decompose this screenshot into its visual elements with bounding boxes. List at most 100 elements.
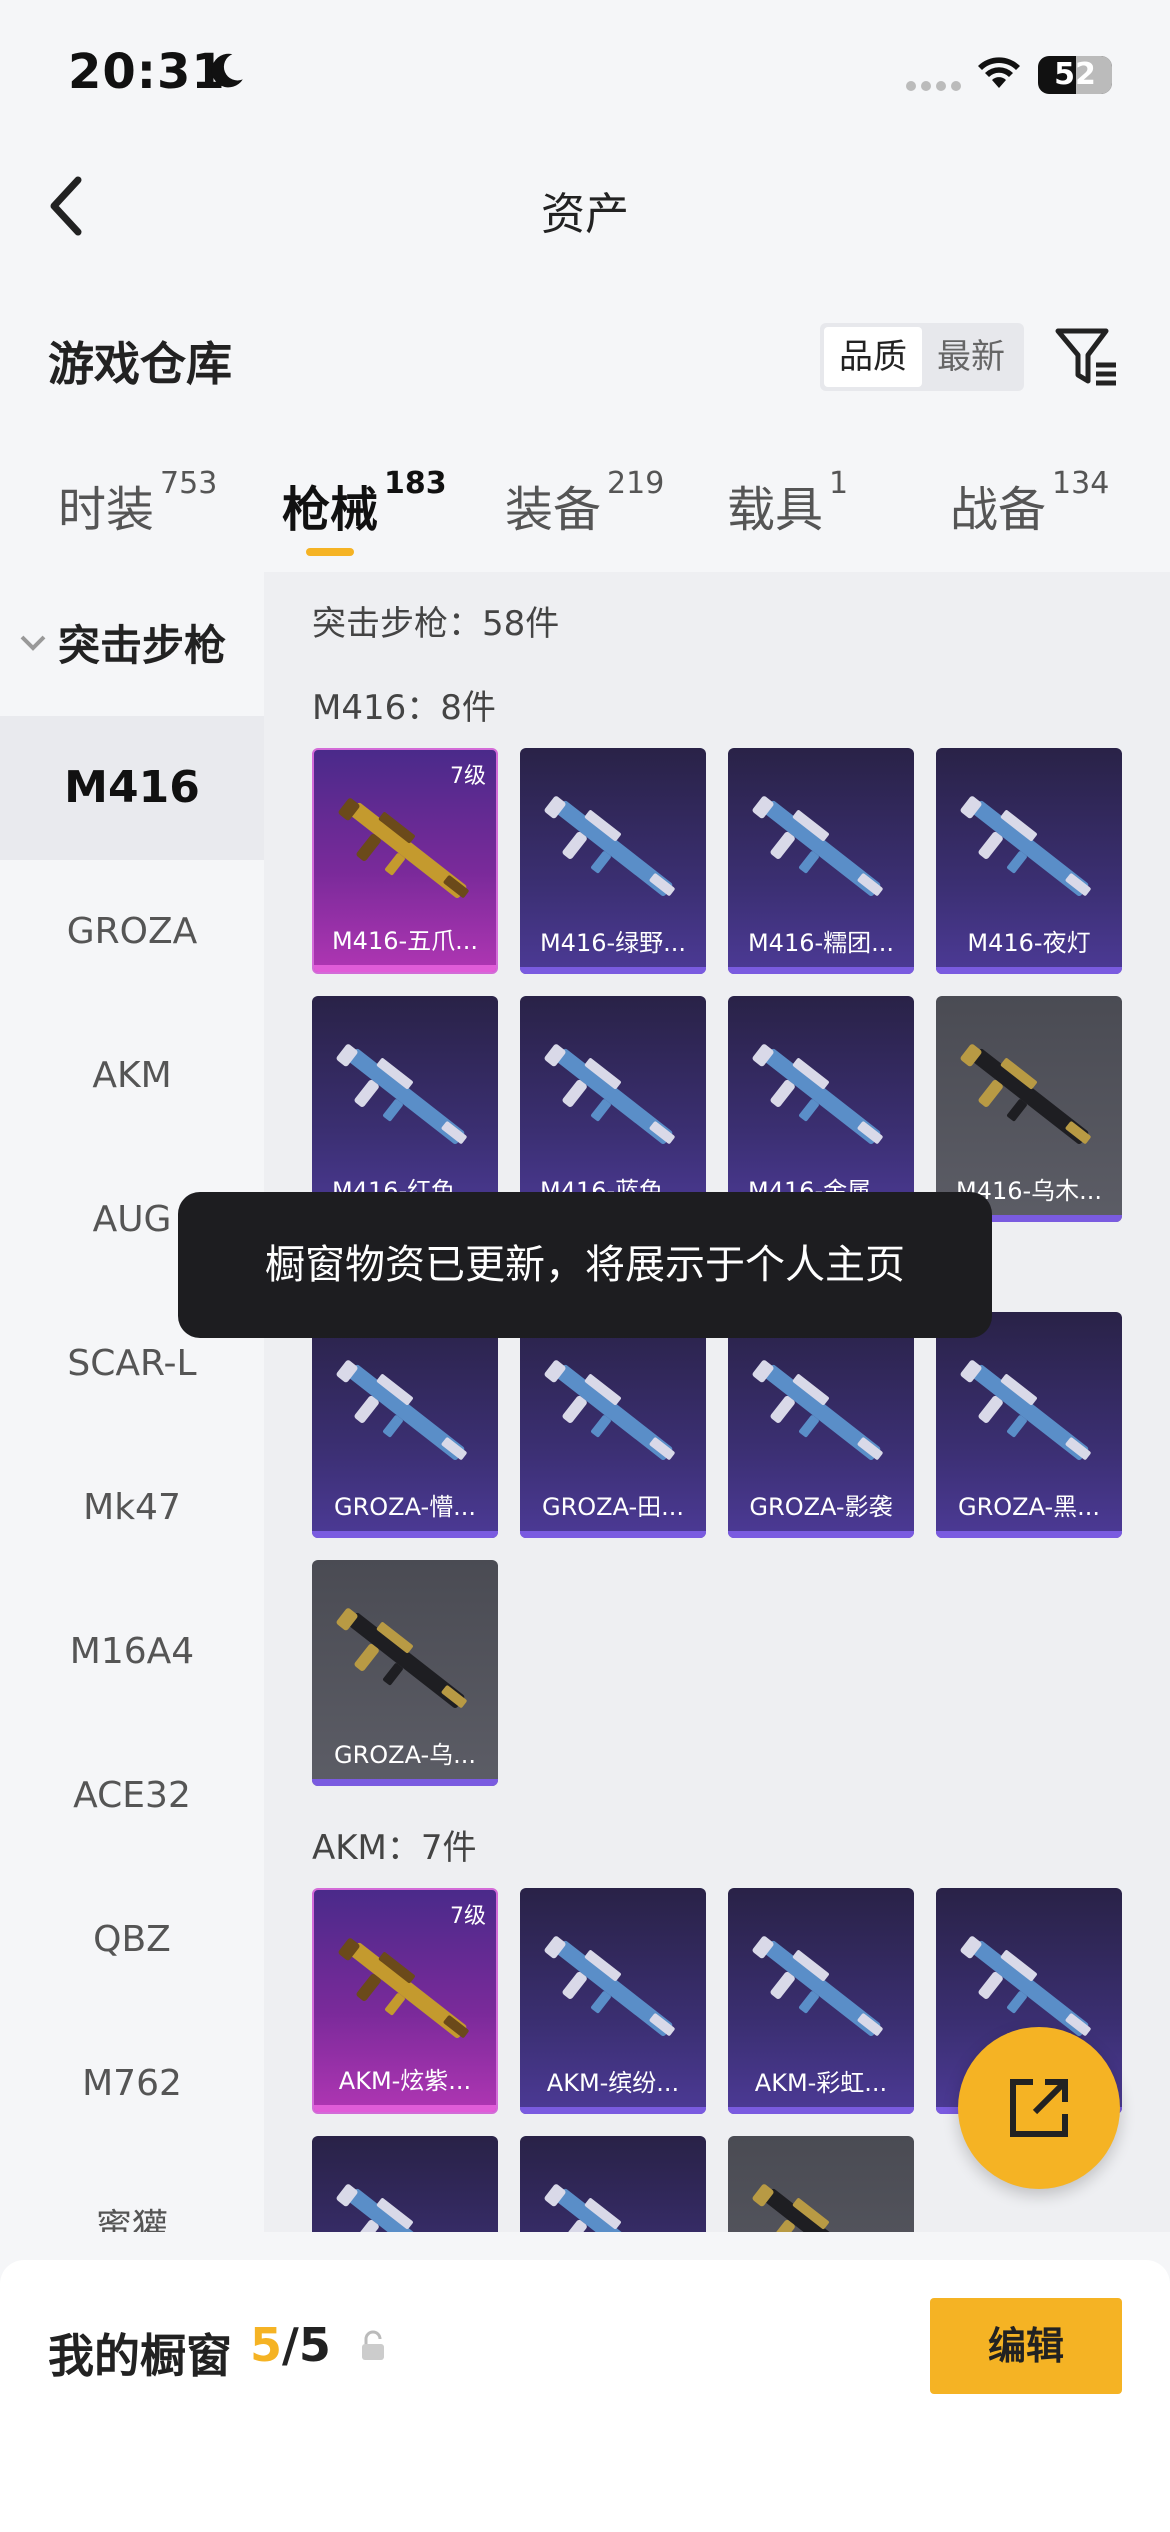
weapon-name: GROZA-黑... xyxy=(957,1493,1101,1521)
weapon-image xyxy=(950,780,1108,920)
weapon-card[interactable] xyxy=(728,2136,914,2232)
signal-icon xyxy=(906,81,961,91)
weapon-grid: 突击步枪：58件 M416：8件 AKM：7件 7级 M416-五爪... M416… xyxy=(264,572,1170,2232)
weapon-image xyxy=(534,1920,692,2060)
weapon-card[interactable]: AKM-缤纷... xyxy=(520,1888,706,2114)
weapon-name: M416-绿野... xyxy=(539,929,687,957)
weapon-card[interactable]: GROZA-影袭 xyxy=(728,1312,914,1538)
weapon-image xyxy=(742,2168,900,2232)
tab-skins[interactable]: 时装 753 xyxy=(58,466,217,540)
weapon-card[interactable]: GROZA-乌... xyxy=(312,1560,498,1786)
weapon-card[interactable]: M416-糯团... xyxy=(728,748,914,974)
weapon-card[interactable]: M416-绿野... xyxy=(520,748,706,974)
weapon-card[interactable]: GROZA-懵... xyxy=(312,1312,498,1538)
share-button[interactable] xyxy=(958,2027,1120,2189)
rarity-bar xyxy=(936,1531,1122,1538)
share-icon xyxy=(1010,2079,1068,2137)
weapon-image xyxy=(534,1344,692,1484)
weapon-card[interactable] xyxy=(312,2136,498,2232)
toast-message: 橱窗物资已更新，将展示于个人主页 xyxy=(178,1192,992,1338)
tab-gear[interactable]: 战备 134 xyxy=(950,466,1109,540)
page-title: 资产 xyxy=(541,189,629,240)
sidebar-item-groza[interactable]: GROZA xyxy=(0,860,264,1004)
battery-indicator: 52 xyxy=(1038,56,1112,94)
sidebar-item-m416[interactable]: M416 xyxy=(0,716,264,860)
active-tab-indicator xyxy=(306,548,354,556)
weapon-name: GROZA-乌... xyxy=(333,1741,477,1769)
weapon-name: GROZA-田... xyxy=(541,1493,685,1521)
weapon-image xyxy=(326,2168,484,2232)
group-header-akm: AKM：7件 xyxy=(312,1828,477,1868)
sidebar-item-akm[interactable]: AKM xyxy=(0,1004,264,1148)
rarity-bar xyxy=(728,1531,914,1538)
rarity-bar xyxy=(520,1531,706,1538)
weapon-name: AKM-彩虹... xyxy=(754,2069,888,2097)
sort-quality-button[interactable]: 品质 xyxy=(824,327,922,387)
rarity-bar xyxy=(936,967,1122,974)
weapon-card[interactable] xyxy=(520,2136,706,2232)
weapon-image xyxy=(742,1920,900,2060)
weapon-name: AKM-炫紫... xyxy=(338,2067,472,2095)
weapon-name: GROZA-影袭 xyxy=(749,1493,893,1521)
weapon-image xyxy=(950,1344,1108,1484)
weapon-image xyxy=(742,780,900,920)
weapon-image xyxy=(328,782,486,922)
tab-equipment[interactable]: 装备 219 xyxy=(505,466,664,540)
weapon-image xyxy=(534,780,692,920)
tab-firearms[interactable]: 枪械 183 xyxy=(282,466,447,540)
sidebar-item-m16a4[interactable]: M16A4 xyxy=(0,1580,264,1724)
weapon-image xyxy=(326,1028,484,1168)
section-title: 游戏仓库 xyxy=(48,337,232,391)
group-header-m416: M416：8件 xyxy=(312,688,496,728)
weapon-name: GROZA-懵... xyxy=(333,1493,477,1521)
weapon-image xyxy=(328,1922,486,2062)
weapon-image xyxy=(742,1344,900,1484)
rarity-bar xyxy=(520,967,706,974)
weapon-name: M416-糯团... xyxy=(747,929,895,957)
weapon-card[interactable]: M416-乌木... xyxy=(936,996,1122,1222)
status-time: 20:31 xyxy=(68,44,226,100)
weapon-card[interactable]: 7级 M416-五爪... xyxy=(312,748,498,974)
edit-button[interactable]: 编辑 xyxy=(930,2298,1122,2394)
wifi-icon xyxy=(978,57,1020,88)
weapon-card[interactable]: M416-蓝色... xyxy=(520,996,706,1222)
sidebar-item-qbz[interactable]: QBZ xyxy=(0,1868,264,2012)
sort-newest-button[interactable]: 最新 xyxy=(922,327,1020,387)
sidebar-item-honey-badger[interactable]: 蜜獾 xyxy=(0,2156,264,2232)
weapon-card[interactable]: M416-夜灯 xyxy=(936,748,1122,974)
weapon-card[interactable]: AKM-彩虹... xyxy=(728,1888,914,2114)
battery-level: 52 xyxy=(1054,57,1096,92)
sort-toggle: 品质 最新 xyxy=(820,323,1024,391)
weapon-card[interactable]: GROZA-黑... xyxy=(936,1312,1122,1538)
showcase-label: 我的橱窗 xyxy=(48,2329,232,2383)
moon-icon xyxy=(211,53,243,88)
weapon-sidebar: 突击步枪 M416 GROZA AKM AUG SCAR-L Mk47 M16A… xyxy=(0,572,264,2232)
rarity-bar xyxy=(728,2107,914,2114)
showcase-count: 5/5 xyxy=(250,2318,331,2372)
lock-icon xyxy=(362,2330,384,2360)
tab-vehicles[interactable]: 载具 1 xyxy=(727,466,848,540)
chevron-down-icon xyxy=(20,635,46,651)
sidebar-item-m762[interactable]: M762 xyxy=(0,2012,264,2156)
rarity-bar xyxy=(520,2107,706,2114)
weapon-name: M416-夜灯 xyxy=(967,929,1091,957)
weapon-name: AKM-缤纷... xyxy=(546,2069,680,2097)
weapon-name: M416-五爪... xyxy=(331,927,479,955)
weapon-card[interactable]: GROZA-田... xyxy=(520,1312,706,1538)
weapon-card[interactable]: 7级 AKM-炫紫... xyxy=(312,1888,498,2114)
rarity-bar xyxy=(312,1779,498,1786)
rarity-bar xyxy=(728,967,914,974)
filter-icon[interactable] xyxy=(1054,325,1120,387)
status-bar: 20:31 52 xyxy=(0,0,1170,150)
showcase-bar: 我的橱窗 5/5 编辑 xyxy=(0,2260,1170,2532)
sidebar-category[interactable]: 突击步枪 xyxy=(18,612,226,673)
weapon-card[interactable]: M416-红色... xyxy=(312,996,498,1222)
weapon-card[interactable]: M416-金属... xyxy=(728,996,914,1222)
category-summary: 突击步枪：58件 xyxy=(312,604,560,644)
weapon-image xyxy=(534,1028,692,1168)
sidebar-item-ace32[interactable]: ACE32 xyxy=(0,1724,264,1868)
rarity-bar xyxy=(314,965,496,972)
weapon-image xyxy=(326,1592,484,1732)
rarity-bar xyxy=(312,1531,498,1538)
sidebar-item-mk47[interactable]: Mk47 xyxy=(0,1436,264,1580)
